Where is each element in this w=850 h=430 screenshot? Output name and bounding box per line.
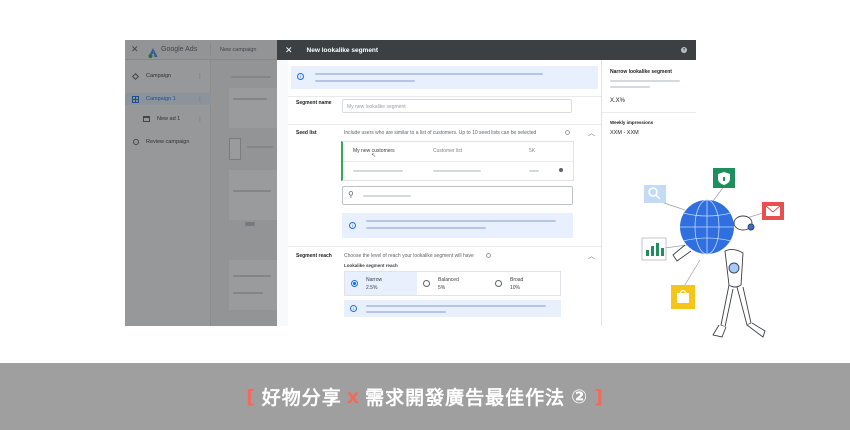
search-icon: ⚲ [348,190,354,199]
reach-sublabel: Lookalike segment reach [344,263,398,268]
banner-part2: 需求開發廣告最佳作法 [365,387,566,409]
mail-icon [762,202,784,220]
chart-card-icon [641,237,667,261]
summary-value: X.X% [610,98,626,104]
modal-backdrop [125,40,277,326]
shield-icon [713,168,735,188]
placeholder-line [610,86,650,88]
radio-selected-icon [351,280,358,287]
banner-number: ② [571,385,589,408]
banner-title: [ 好物分享 x 需求開發廣告最佳作法 ② ] [0,363,850,430]
placeholder-line [366,227,486,229]
dialog-title: New lookalike segment [306,46,379,54]
impressions-value: XXM - XXM [610,130,639,136]
segment-reach-label: Segment reach [296,253,332,259]
seed-list-label: Seed list [296,130,317,136]
bottom-banner: [ 好物分享 x 需求開發廣告最佳作法 ② ] [0,363,850,430]
divider [288,246,601,247]
summary-title: Narrow lookalike segment [610,69,672,75]
seed-search-input[interactable]: ⚲ [342,186,573,205]
impressions-label: Weekly impressions [610,120,654,125]
divider [288,96,601,97]
chevron-up-icon[interactable]: ︿ [588,128,595,138]
reach-option-narrow[interactable]: Narrow 2.5% [345,272,417,295]
chevron-up-icon[interactable]: ︿ [588,251,595,261]
shopping-bag-icon [671,285,695,309]
segment-name-placeholder: My new lookalike segment [347,104,406,110]
reach-option-broad[interactable]: Broad 10% [489,272,561,295]
reach-option-balanced[interactable]: Balanced 5% [417,272,489,295]
info-banner: i [291,66,598,89]
reach-option-name: Narrow [366,277,383,283]
cursor-icon: ↖ [371,153,377,159]
astronaut-illustration [641,168,784,338]
reach-options: Narrow 2.5% Balanced 5% Broad 10% [344,271,561,296]
banner-part1: 好物分享 [261,387,342,409]
info-icon: i [297,73,304,80]
reach-info-banner: i [344,300,561,317]
placeholder-line [610,80,680,82]
search-card-icon [644,185,666,203]
seed-list-description: Include users who are similar to a list … [344,130,537,136]
ads-window: ✕ Google Ads New campaign Campaign ⋮ Cam… [125,40,696,326]
seed-list-size: 5K [529,148,536,154]
divider [343,161,574,162]
placeholder-line [433,170,481,172]
globe-icon [680,199,734,255]
banner-x: x [346,385,361,408]
info-icon: i [350,305,357,312]
help-icon[interactable]: ? [681,47,687,53]
segment-name-label: Segment name [296,100,332,106]
placeholder-line [529,170,539,172]
divider [288,124,601,125]
divider [602,112,696,113]
seed-list-type: Customer list [433,148,463,154]
placeholder-line [366,220,556,222]
reach-option-value: 5% [438,285,446,291]
placeholder-line [315,73,543,75]
status-dot-icon [559,168,563,172]
help-circle-icon[interactable] [565,130,570,135]
reach-option-value: 2.5% [366,285,378,291]
reach-option-name: Balanced [438,277,459,283]
segment-reach-description: Choose the level of reach your lookalike… [344,253,474,259]
help-circle-icon[interactable] [486,253,491,258]
segment-name-input[interactable]: My new lookalike segment [342,99,572,113]
radio-icon [423,280,430,287]
placeholder-line [366,311,446,313]
placeholder-line [363,195,411,197]
info-icon: i [349,222,356,229]
placeholder-line [353,170,403,172]
close-dialog-icon[interactable]: ✕ [285,45,293,56]
banner-open-bracket: [ [246,385,256,408]
placeholder-line [315,80,415,82]
reach-option-name: Broad [510,277,524,283]
reach-option-value: 10% [510,285,521,291]
banner-close-bracket: ] [594,385,604,408]
placeholder-line [366,305,546,307]
seed-list-table: My new customers Customer list 5K ↖ [341,141,574,181]
dialog-header: ✕ New lookalike segment ? [277,40,696,60]
seed-info-banner: i [342,213,573,238]
radio-icon [495,280,502,287]
dialog-body: i Segment name My new lookalike segment … [288,60,601,326]
